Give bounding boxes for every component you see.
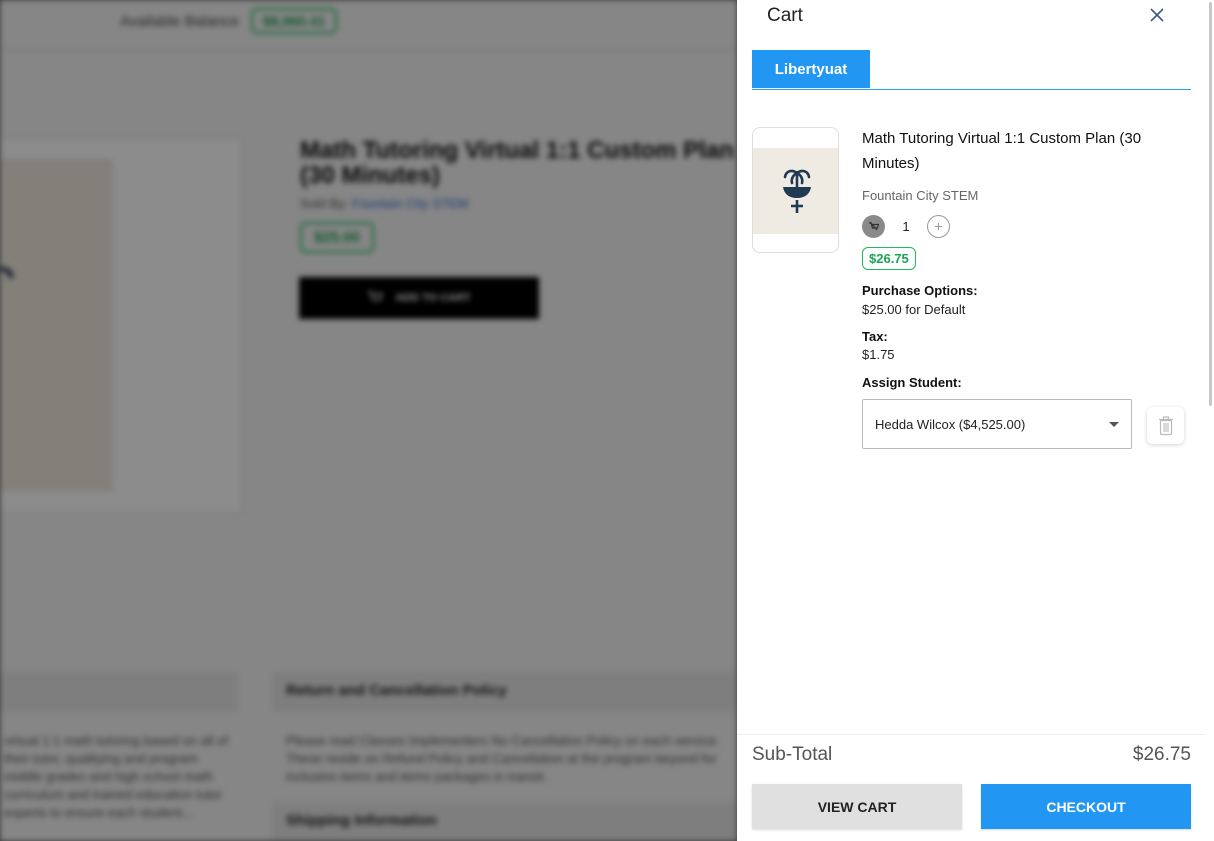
chevron-down-icon <box>1109 421 1119 427</box>
assign-student-label: Assign Student: <box>862 375 962 390</box>
item-seller: Fountain City STEM <box>862 188 979 203</box>
item-name[interactable]: Math Tutoring Virtual 1:1 Custom Plan (3… <box>862 126 1192 176</box>
cart-drawer: Cart Libertyuat Math Tutoring Virtual 1:… <box>737 0 1214 841</box>
footer-divider <box>737 734 1206 735</box>
tab-libertyuat[interactable]: Libertyuat <box>752 50 870 88</box>
fountain-icon <box>782 169 811 213</box>
plus-icon: + <box>934 218 943 234</box>
scrollbar[interactable] <box>1206 0 1214 841</box>
subtotal-value: $26.75 <box>1132 744 1191 765</box>
tax-label: Tax: <box>862 329 888 344</box>
quantity-value: 1 <box>902 218 910 234</box>
purchase-options-value: $25.00 for Default <box>862 302 966 317</box>
remove-item-button[interactable] <box>1147 407 1184 444</box>
close-button[interactable] <box>1147 6 1167 26</box>
item-price-badge: $26.75 <box>862 247 916 270</box>
cart-remove-icon <box>869 221 879 230</box>
quantity-decrease-button[interactable] <box>862 214 885 238</box>
quantity-stepper: 1 + <box>862 214 950 238</box>
assign-student-select[interactable]: Hedda Wilcox ($4,525.00) <box>862 399 1132 449</box>
assign-student-value: Hedda Wilcox ($4,525.00) <box>875 416 1026 432</box>
purchase-options-label: Purchase Options: <box>862 283 978 298</box>
scrollbar-thumb[interactable] <box>1209 2 1212 406</box>
view-cart-button[interactable]: VIEW CART <box>752 784 962 829</box>
quantity-increase-button[interactable]: + <box>927 214 950 238</box>
modal-backdrop[interactable] <box>0 0 737 841</box>
item-thumbnail <box>752 127 839 253</box>
vendor-tabs: Libertyuat <box>752 50 1191 90</box>
trash-icon <box>1158 415 1173 435</box>
close-icon <box>1150 8 1164 22</box>
subtotal-label: Sub-Total <box>752 744 833 765</box>
checkout-button[interactable]: CHECKOUT <box>981 784 1191 829</box>
cart-title: Cart <box>767 5 803 26</box>
tax-value: $1.75 <box>862 347 895 362</box>
